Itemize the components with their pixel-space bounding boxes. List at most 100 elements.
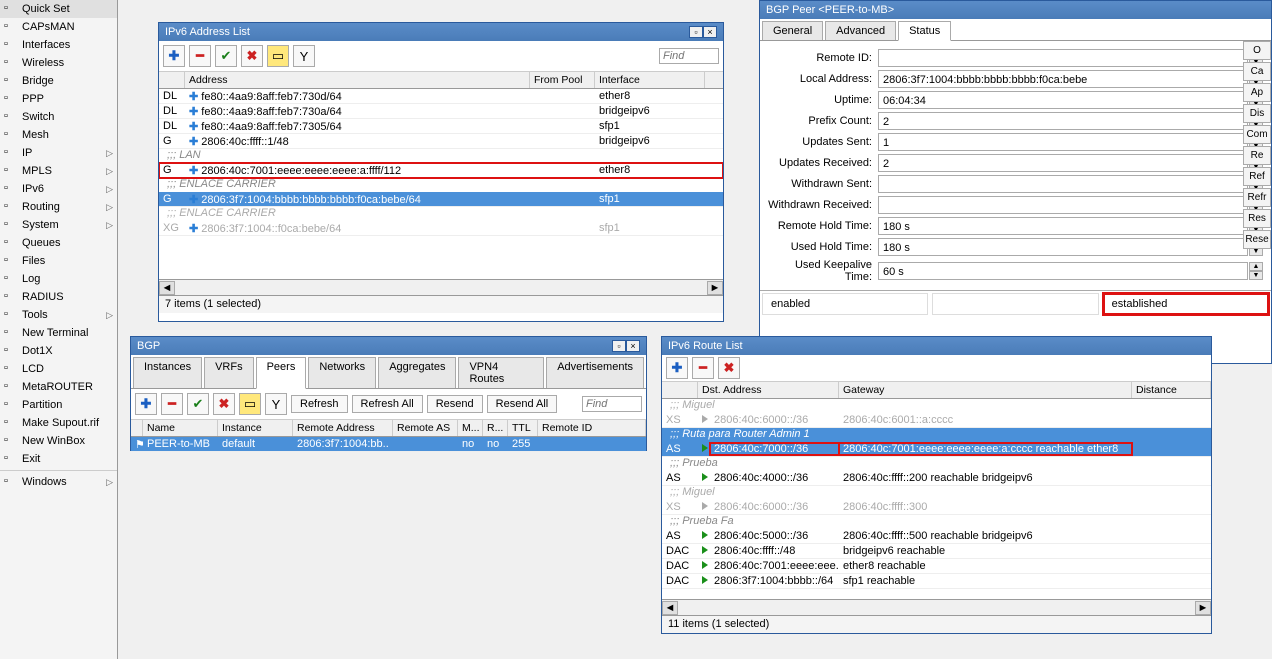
sidebar-item[interactable]: ▫Switch xyxy=(0,108,117,126)
address-row[interactable]: XG✚ 2806:3f7:1004::f0ca:bebe/64sfp1 xyxy=(159,221,723,236)
route-grid[interactable]: ;;; MiguelXS2806:40c:6000::/362806:40c:6… xyxy=(662,399,1211,599)
add-button[interactable]: ✚ xyxy=(135,393,157,415)
close-button[interactable]: × xyxy=(626,340,640,352)
sidebar-item[interactable]: ▫Mesh xyxy=(0,126,117,144)
field-value[interactable]: 2 xyxy=(878,112,1248,130)
col-m[interactable]: M... xyxy=(458,420,483,436)
route-row[interactable]: DAC2806:40c:ffff::/48bridgeipv6 reachabl… xyxy=(662,544,1211,559)
resend-all-button[interactable]: Resend All xyxy=(487,395,558,413)
sidebar-item[interactable]: ▫Routing▷ xyxy=(0,198,117,216)
window-titlebar[interactable]: BGP ▫× xyxy=(131,337,646,355)
col-r[interactable]: R... xyxy=(483,420,508,436)
sidebar-item[interactable]: ▫MPLS▷ xyxy=(0,162,117,180)
col-pool[interactable]: From Pool xyxy=(530,72,595,88)
sidebar-item[interactable]: ▫IPv6▷ xyxy=(0,180,117,198)
sidebar-item[interactable]: ▫LCD xyxy=(0,360,117,378)
remove-button[interactable]: ━ xyxy=(692,357,714,379)
field-value[interactable]: 06:04:34 xyxy=(878,91,1248,109)
address-row[interactable]: DL✚ fe80::4aa9:8aff:feb7:730d/64ether8 xyxy=(159,89,723,104)
tab[interactable]: Peers xyxy=(256,357,307,389)
side-button[interactable]: Re xyxy=(1243,146,1271,165)
side-button[interactable]: O xyxy=(1243,41,1271,60)
field-value[interactable]: 2 xyxy=(878,154,1248,172)
comment-button[interactable]: ▭ xyxy=(267,45,289,67)
remove-button[interactable]: ━ xyxy=(189,45,211,67)
field-value[interactable]: 180 s xyxy=(878,238,1248,256)
sidebar-item[interactable]: ▫Log xyxy=(0,270,117,288)
route-row[interactable]: DAC2806:3f7:1004:bbbb::/64sfp1 reachable xyxy=(662,574,1211,589)
comment-button[interactable]: ▭ xyxy=(239,393,261,415)
bgp-row[interactable]: ⚑PEER-to-MBdefault2806:3f7:1004:bb..nono… xyxy=(131,437,646,452)
tab[interactable]: General xyxy=(762,21,823,40)
disable-button[interactable]: ✖ xyxy=(718,357,740,379)
sidebar-item[interactable]: ▫CAPsMAN xyxy=(0,18,117,36)
disable-button[interactable]: ✖ xyxy=(241,45,263,67)
tab[interactable]: Instances xyxy=(133,357,202,388)
sidebar-item[interactable]: ▫Interfaces xyxy=(0,36,117,54)
col-ttl[interactable]: TTL xyxy=(508,420,538,436)
sidebar-item[interactable]: ▫Tools▷ xyxy=(0,306,117,324)
sidebar-item[interactable]: ▫MetaROUTER xyxy=(0,378,117,396)
sidebar-item[interactable]: ▫Make Supout.rif xyxy=(0,414,117,432)
col-remote-id[interactable]: Remote ID xyxy=(538,420,646,436)
close-button[interactable]: × xyxy=(703,26,717,38)
min-button[interactable]: ▫ xyxy=(612,340,626,352)
find-input[interactable] xyxy=(582,396,642,412)
sidebar-item[interactable]: ▫RADIUS xyxy=(0,288,117,306)
col-instance[interactable]: Instance xyxy=(218,420,293,436)
sidebar-item[interactable]: ▫Queues xyxy=(0,234,117,252)
sidebar-item[interactable]: ▫Dot1X xyxy=(0,342,117,360)
hscrollbar[interactable]: ◄► xyxy=(662,599,1211,615)
col-dst[interactable]: Dst. Address xyxy=(698,382,839,398)
resend-button[interactable]: Resend xyxy=(427,395,483,413)
enable-button[interactable]: ✔ xyxy=(187,393,209,415)
sidebar-item[interactable]: ▫New Terminal xyxy=(0,324,117,342)
window-titlebar[interactable]: BGP Peer <PEER-to-MB> xyxy=(760,1,1271,19)
address-row[interactable]: DL✚ fe80::4aa9:8aff:feb7:730a/64bridgeip… xyxy=(159,104,723,119)
remove-button[interactable]: ━ xyxy=(161,393,183,415)
add-button[interactable]: ✚ xyxy=(666,357,688,379)
min-button[interactable]: ▫ xyxy=(689,26,703,38)
tab[interactable]: Advanced xyxy=(825,21,896,40)
side-button[interactable]: Rese xyxy=(1243,230,1271,249)
side-button[interactable]: Ap xyxy=(1243,83,1271,102)
col-flags[interactable] xyxy=(159,72,185,88)
sidebar-item[interactable]: ▫Exit xyxy=(0,450,117,468)
field-value[interactable] xyxy=(878,49,1248,67)
field-value[interactable]: 60 s xyxy=(878,262,1248,280)
col-gw[interactable]: Gateway xyxy=(839,382,1132,398)
route-row[interactable]: DAC2806:40c:7001:eeee:eee..ether8 reacha… xyxy=(662,559,1211,574)
hscrollbar[interactable]: ◄► xyxy=(159,279,723,295)
side-button[interactable]: Dis xyxy=(1243,104,1271,123)
side-button[interactable]: Refr xyxy=(1243,188,1271,207)
address-grid[interactable]: DL✚ fe80::4aa9:8aff:feb7:730d/64ether8DL… xyxy=(159,89,723,279)
col-address[interactable]: Address xyxy=(185,72,530,88)
side-button[interactable]: Ref xyxy=(1243,167,1271,186)
add-button[interactable]: ✚ xyxy=(163,45,185,67)
filter-button[interactable]: Y xyxy=(293,45,315,67)
address-row[interactable]: G✚ 2806:40c:7001:eeee:eeee:eeee:a:ffff/1… xyxy=(159,163,723,178)
field-value[interactable]: 180 s xyxy=(878,217,1248,235)
field-value[interactable] xyxy=(878,196,1248,214)
field-value[interactable]: 2806:3f7:1004:bbbb:bbbb:bbbb:f0ca:bebe xyxy=(878,70,1248,88)
find-input[interactable] xyxy=(659,48,719,64)
bgp-grid[interactable]: ⚑PEER-to-MBdefault2806:3f7:1004:bb..nono… xyxy=(131,437,646,452)
address-row[interactable]: DL✚ fe80::4aa9:8aff:feb7:7305/64sfp1 xyxy=(159,119,723,134)
window-titlebar[interactable]: IPv6 Address List ▫× xyxy=(159,23,723,41)
route-row[interactable]: XS2806:40c:6000::/362806:40c:6001::a:ccc… xyxy=(662,413,1211,428)
window-titlebar[interactable]: IPv6 Route List xyxy=(662,337,1211,355)
route-row[interactable]: AS2806:40c:4000::/362806:40c:ffff::200 r… xyxy=(662,471,1211,486)
sidebar-item[interactable]: ▫Partition xyxy=(0,396,117,414)
filter-button[interactable]: Y xyxy=(265,393,287,415)
sidebar-item[interactable]: ▫New WinBox xyxy=(0,432,117,450)
sidebar-item[interactable]: ▫Quick Set xyxy=(0,0,117,18)
tab[interactable]: VPN4 Routes xyxy=(458,357,544,388)
tab[interactable]: Aggregates xyxy=(378,357,456,388)
sidebar-item[interactable]: ▫PPP xyxy=(0,90,117,108)
route-row[interactable]: AS2806:40c:7000::/362806:40c:7001:eeee:e… xyxy=(662,442,1211,457)
side-button[interactable]: Ca xyxy=(1243,62,1271,81)
sidebar-item[interactable]: ▫System▷ xyxy=(0,216,117,234)
sidebar-item[interactable]: ▫IP▷ xyxy=(0,144,117,162)
sidebar-item[interactable]: ▫Windows▷ xyxy=(0,473,117,491)
refresh-all-button[interactable]: Refresh All xyxy=(352,395,423,413)
